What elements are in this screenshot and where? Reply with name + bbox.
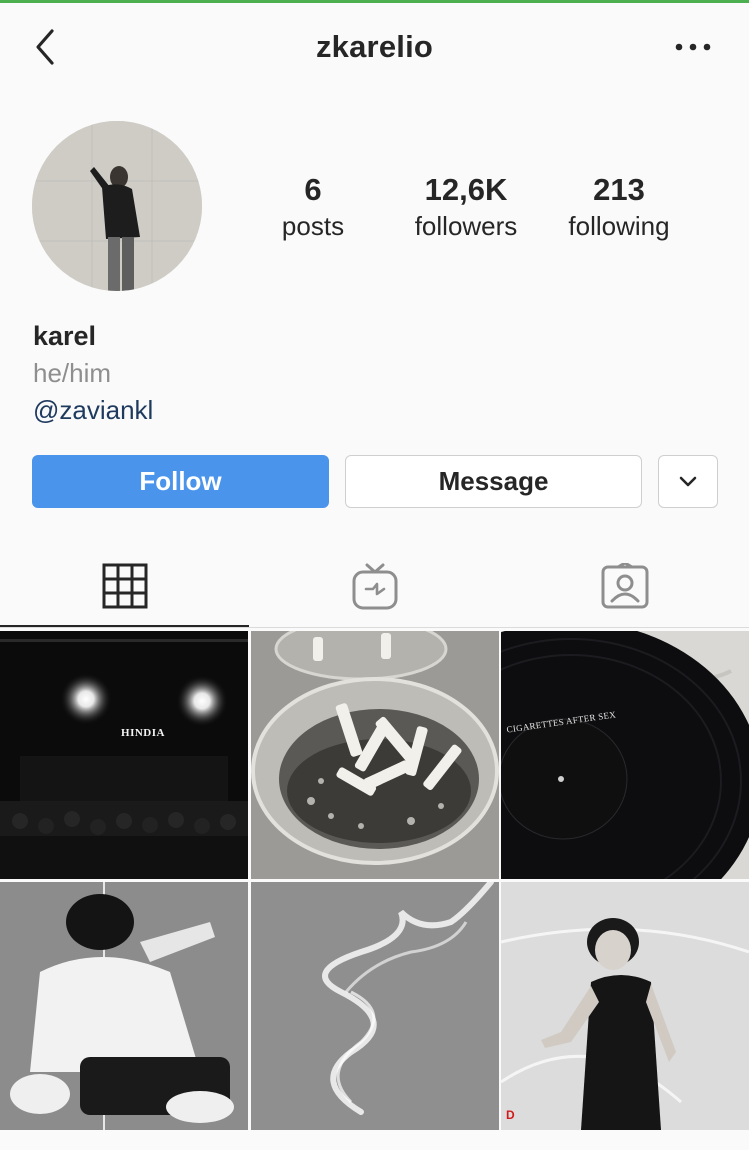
followers-count-label: followers (414, 211, 518, 241)
post-thumbnail-ashtray[interactable] (251, 631, 499, 879)
profile-header: zkarelio (0, 3, 749, 93)
following-count-value: 213 (593, 172, 645, 207)
profile-photo (32, 121, 202, 291)
posts-count-value: 6 (304, 172, 322, 207)
profile-display-name: karel (33, 321, 97, 351)
profile-pronouns: he/him (33, 358, 112, 388)
post-thumbnail-sitting-portrait[interactable] (0, 882, 248, 1130)
following-count-label: following (568, 211, 670, 241)
concert-photo (0, 631, 248, 879)
post-thumbnail-basketball[interactable]: D (501, 882, 749, 1130)
bio-mention-link[interactable]: @zaviankl (33, 395, 153, 426)
tab-posts-grid[interactable] (0, 545, 249, 627)
posts-count[interactable]: 6 posts (263, 172, 363, 244)
tagged-icon (601, 563, 648, 609)
more-horizontal-icon (675, 43, 711, 51)
tab-igtv[interactable] (250, 545, 499, 627)
tabs-divider (0, 627, 749, 628)
watermark-text: D (506, 1108, 515, 1122)
suggested-accounts-button[interactable] (658, 455, 718, 508)
tab-tagged[interactable] (500, 545, 749, 627)
avatar[interactable] (32, 121, 202, 291)
concert-banner-text: HINDIA (121, 727, 165, 739)
post-thumbnail-vinyl[interactable]: CIGARETTES AFTER SEX (501, 631, 749, 879)
followers-count[interactable]: 12,6K followers (400, 172, 532, 244)
igtv-icon (352, 563, 397, 610)
sitting-portrait-photo (0, 882, 248, 1130)
basketball-photo (501, 882, 749, 1130)
message-button[interactable]: Message (345, 455, 642, 508)
profile-username: zkarelio (315, 29, 434, 64)
post-thumbnail-concert[interactable]: HINDIA (0, 631, 248, 879)
smoke-photo (251, 882, 499, 1130)
ashtray-photo (251, 631, 499, 879)
follow-button[interactable]: Follow (32, 455, 329, 508)
followers-count-value: 12,6K (424, 172, 508, 207)
more-options-button[interactable] (673, 31, 713, 63)
bottom-spacer (0, 1131, 749, 1150)
post-thumbnail-smoke[interactable] (251, 882, 499, 1130)
posts-grid: HINDIA CIGARETTES AFTER SEX D (0, 631, 749, 1131)
chevron-down-icon (679, 476, 697, 486)
following-count[interactable]: 213 following (553, 172, 685, 244)
posts-count-label: posts (281, 211, 345, 241)
grid-icon (102, 563, 147, 609)
vinyl-photo (501, 631, 749, 879)
